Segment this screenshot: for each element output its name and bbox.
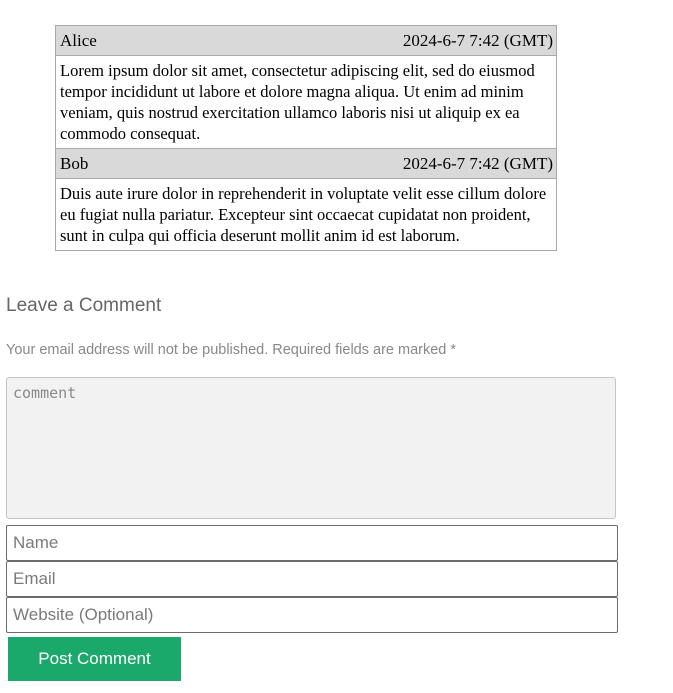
comment-text: Duis aute irure dolor in reprehenderit i… <box>60 184 547 245</box>
comment-notes: Your email address will not be published… <box>6 342 457 358</box>
post-comment-button[interactable]: Post Comment <box>8 637 181 681</box>
comment-item: Bob 2024-6-7 7:42 (GMT) Duis aute irure … <box>56 149 556 251</box>
comment-header: Alice 2024-6-7 7:42 (GMT) <box>56 26 556 56</box>
comment-date: 2024-6-7 7:42 (GMT) <box>402 30 553 50</box>
comment-header: Bob 2024-6-7 7:42 (GMT) <box>56 149 556 179</box>
comment-item: Alice 2024-6-7 7:42 (GMT) Lorem ipsum do… <box>56 26 556 149</box>
comment-list: Alice 2024-6-7 7:42 (GMT) Lorem ipsum do… <box>55 25 557 251</box>
comment-date: 2024-6-7 7:42 (GMT) <box>402 153 553 173</box>
reply-title: Leave a Comment <box>6 295 162 316</box>
comment-author: Bob <box>60 153 89 173</box>
website-field[interactable] <box>6 597 618 633</box>
comment-textarea[interactable] <box>6 377 616 519</box>
email-field[interactable] <box>6 561 618 597</box>
name-field[interactable] <box>6 525 618 561</box>
comment-text: Lorem ipsum dolor sit amet, consectetur … <box>60 61 535 143</box>
comment-author: Alice <box>60 30 97 50</box>
